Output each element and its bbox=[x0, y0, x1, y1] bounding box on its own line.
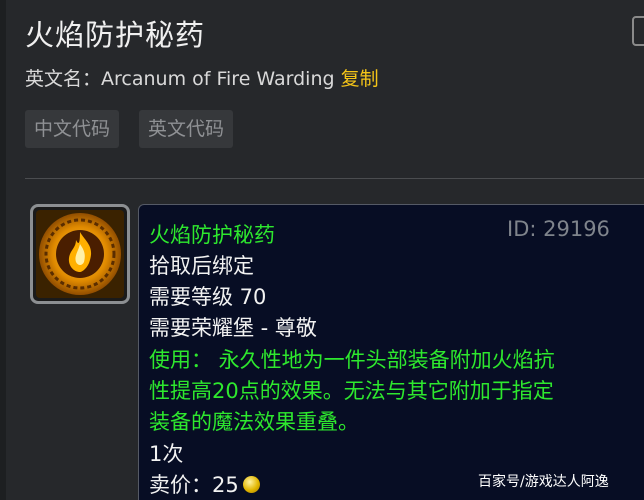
left-rail bbox=[0, 0, 6, 500]
tooltip-item-name: 火焰防护秘药 bbox=[149, 223, 275, 247]
fire-rune-icon bbox=[36, 210, 124, 298]
reputation-requirement: 需要荣耀堡 - 尊敬 bbox=[149, 316, 317, 340]
use-effect-line: 装备的魔法效果重叠。 bbox=[149, 410, 359, 434]
item-tooltip: 火焰防护秘药 ID: 29196 拾取后绑定 需要等级 70 需要荣耀堡 - 尊… bbox=[138, 204, 644, 500]
level-requirement: 需要等级 70 bbox=[149, 285, 267, 309]
english-code-button[interactable]: 英文代码 bbox=[139, 110, 234, 148]
english-name-label: 英文名： bbox=[25, 68, 102, 90]
sell-price-label: 卖价： bbox=[149, 473, 212, 497]
charges: 1次 bbox=[149, 442, 184, 466]
item-id: ID: 29196 bbox=[507, 217, 610, 241]
copy-button[interactable]: 复制 bbox=[341, 68, 379, 90]
use-effect-line: 性提高20点的效果。无法与其它附加于指定 bbox=[149, 379, 554, 403]
page-title: 火焰防护秘药 bbox=[25, 18, 206, 52]
gold-coin-icon bbox=[242, 476, 260, 493]
english-name-row: 英文名：Arcanum of Fire Warding 复制 bbox=[25, 64, 379, 91]
bind-type: 拾取后绑定 bbox=[149, 254, 254, 278]
sell-price-value: 25 bbox=[212, 473, 239, 497]
sell-price: 卖价：25 bbox=[149, 469, 260, 499]
item-detail-page: 火焰防护秘药 英文名：Arcanum of Fire Warding 复制 中文… bbox=[0, 0, 644, 500]
item-icon[interactable] bbox=[30, 204, 130, 304]
divider bbox=[25, 178, 644, 179]
watermark: 百家号/游戏达人阿逸 bbox=[478, 474, 609, 490]
chinese-code-button[interactable]: 中文代码 bbox=[25, 110, 120, 148]
corner-button[interactable] bbox=[632, 16, 644, 46]
english-name-value: Arcanum of Fire Warding bbox=[101, 68, 335, 90]
use-effect-line: 使用： 永久性地为一件头部装备附加火焰抗 bbox=[149, 348, 555, 372]
